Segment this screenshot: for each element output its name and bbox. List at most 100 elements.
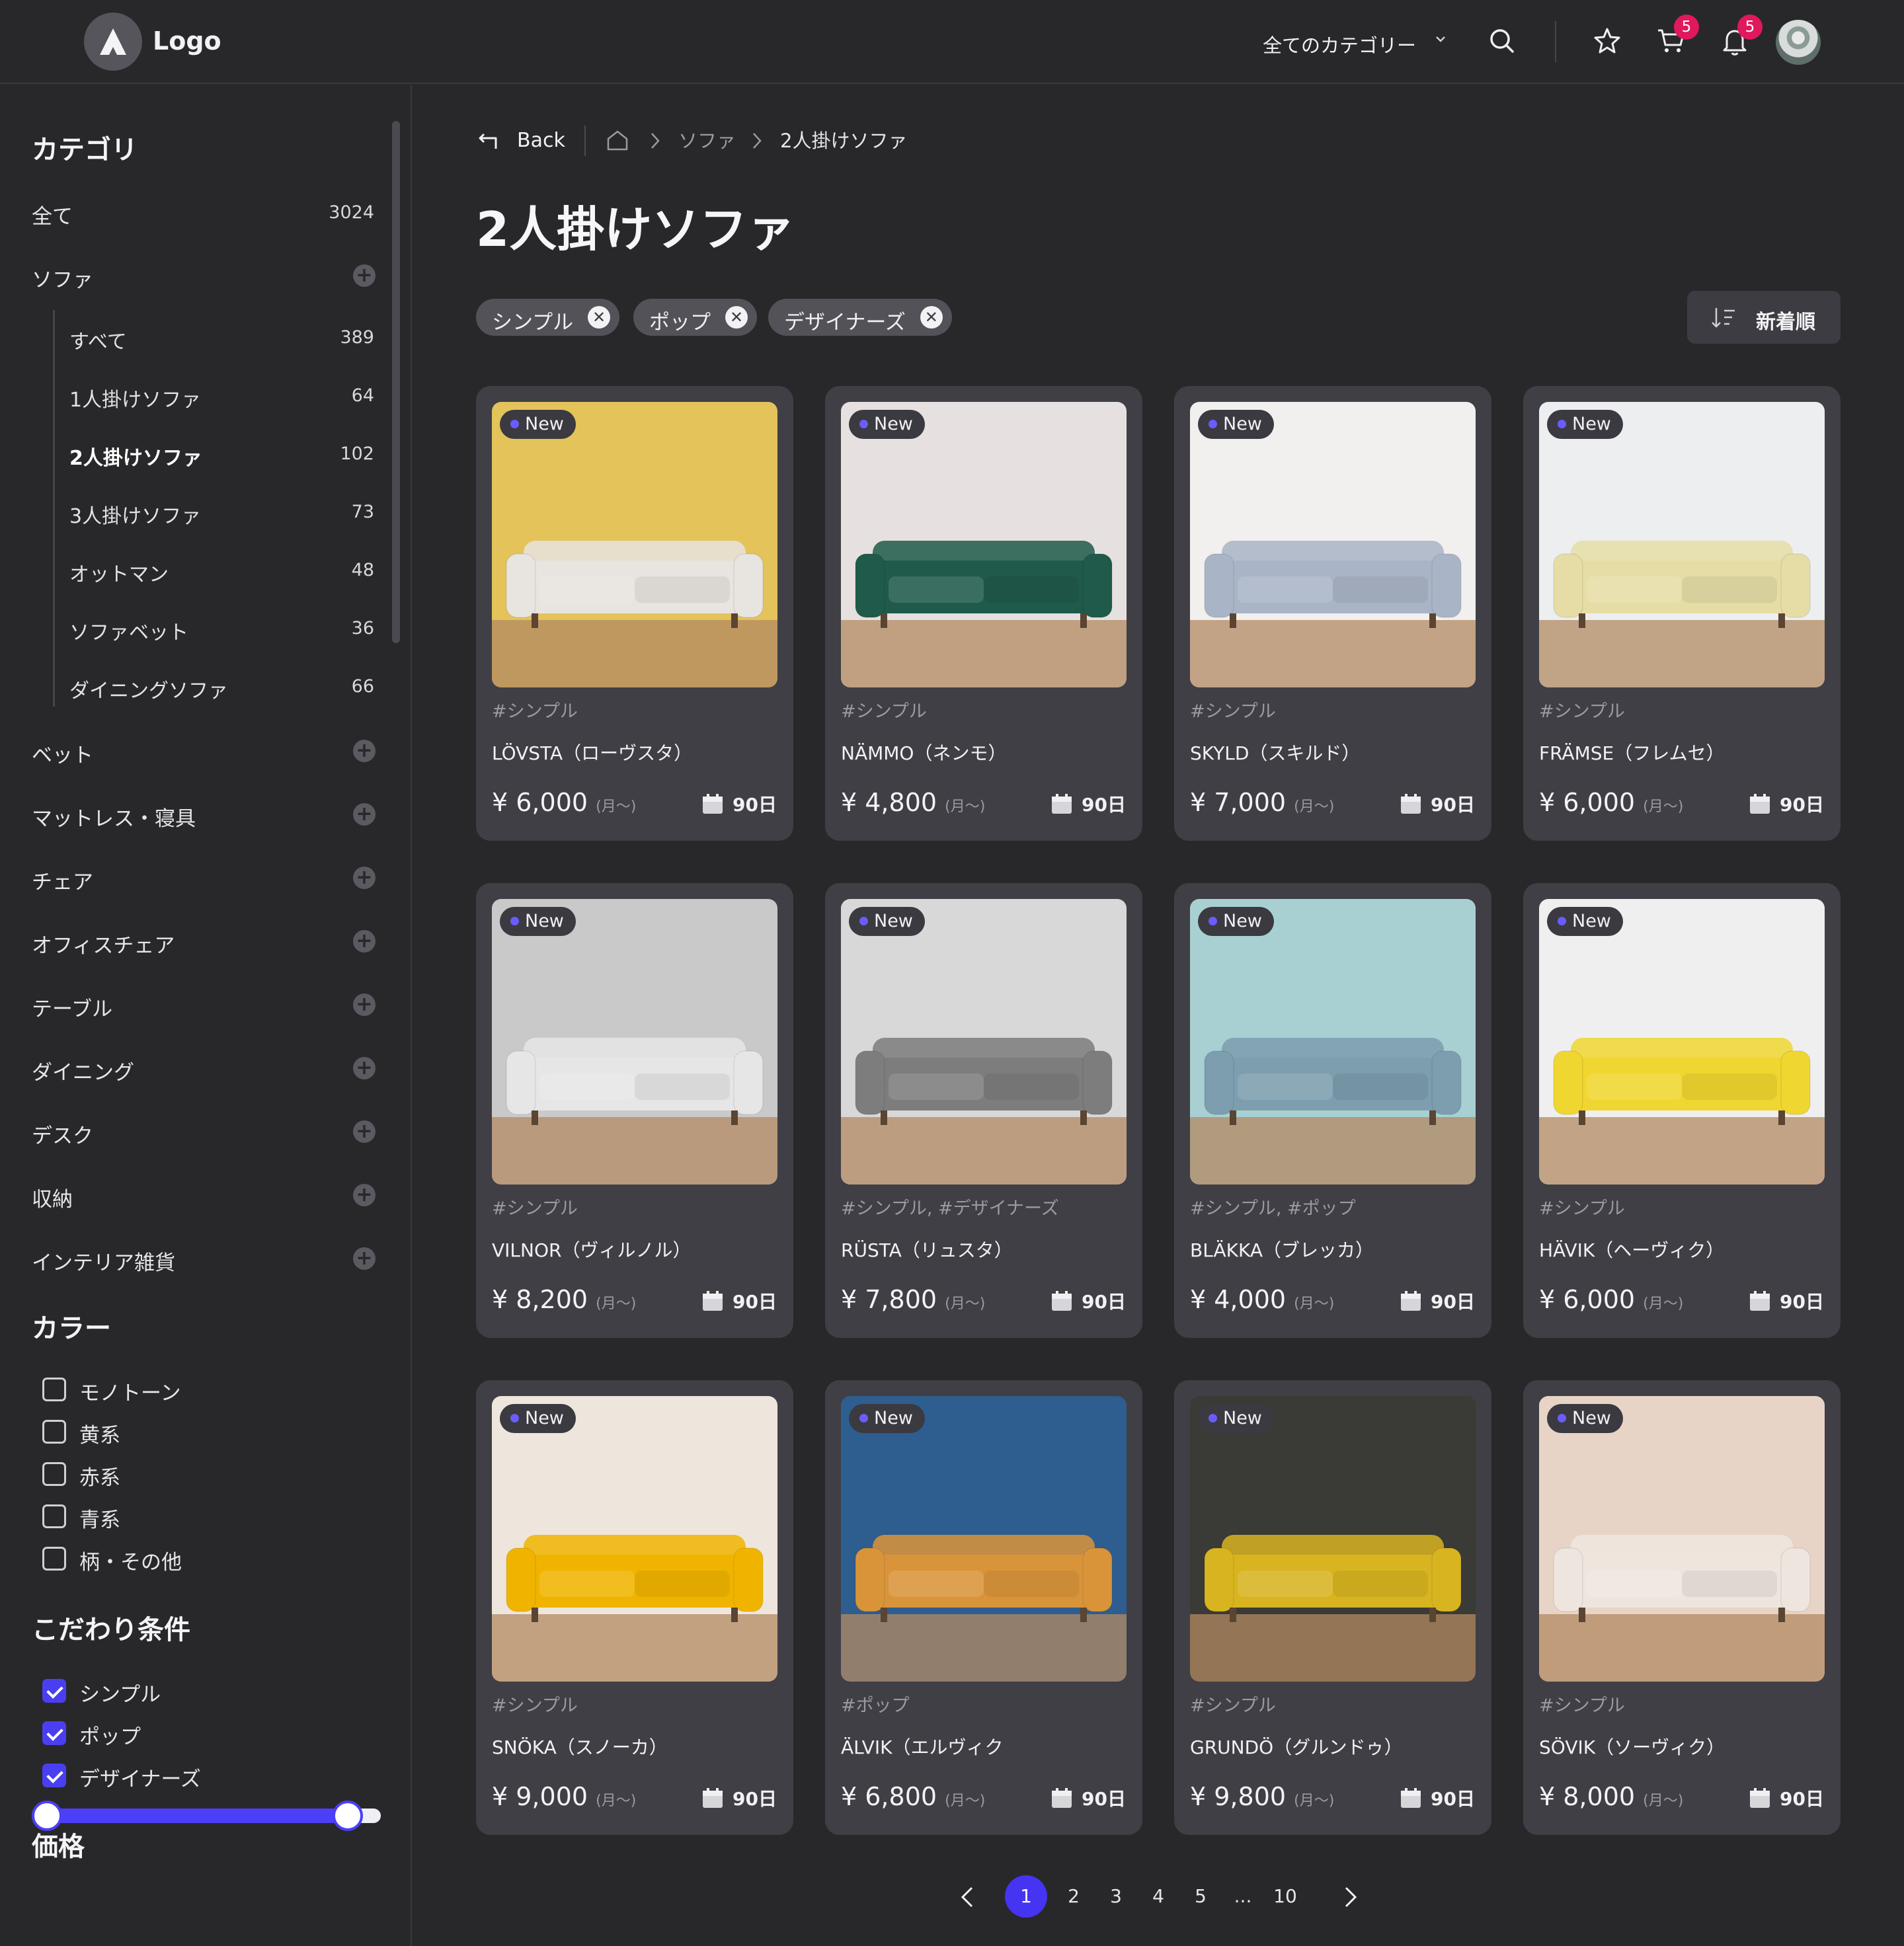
sidebar-scrollbar[interactable] xyxy=(392,121,400,643)
category-select[interactable]: 全てのカテゴリー xyxy=(1263,30,1416,58)
product-name[interactable]: GRUNDÖ（グルンドゥ） xyxy=(1190,1733,1403,1760)
subcategory-item[interactable]: すべて 389 xyxy=(69,321,379,354)
subcategory-item[interactable]: ソファベット 36 xyxy=(69,612,379,645)
product-name[interactable]: SÖVIK（ソーヴィク） xyxy=(1539,1733,1725,1760)
product-image[interactable]: New xyxy=(841,899,1127,1185)
star-icon[interactable] xyxy=(1590,24,1624,58)
filter-chip[interactable]: ポップ ✕ xyxy=(633,299,757,336)
remove-filter-icon[interactable]: ✕ xyxy=(920,306,943,329)
logo-icon[interactable] xyxy=(84,13,142,71)
sidebar-item-category[interactable]: マットレス・寝具 + xyxy=(32,798,379,831)
sidebar-item-category[interactable]: 収納 + xyxy=(32,1179,379,1212)
product-name[interactable]: RÜSTA（リュスタ） xyxy=(841,1236,1013,1263)
sidebar-item-sofa[interactable]: ソファ + xyxy=(32,259,379,292)
checkbox[interactable] xyxy=(42,1462,66,1486)
sidebar-item-all[interactable]: 全て 3024 xyxy=(32,196,379,229)
product-card[interactable]: New #シンプル NÄMMO（ネンモ） ¥ 4,800 (月〜) 90日 xyxy=(825,386,1142,841)
filter-chip[interactable]: シンプル ✕ xyxy=(476,299,620,336)
expand-plus-icon[interactable]: + xyxy=(353,867,376,889)
product-name[interactable]: SNÖKA（スノーカ） xyxy=(492,1733,668,1760)
checkbox[interactable] xyxy=(42,1420,66,1444)
product-card[interactable]: New #シンプル GRUNDÖ（グルンドゥ） ¥ 9,800 (月〜) 90日 xyxy=(1174,1380,1491,1835)
product-image[interactable]: New xyxy=(492,1396,777,1682)
page-number[interactable]: 2 xyxy=(1057,1880,1090,1913)
breadcrumb-item[interactable]: ソファ xyxy=(678,126,736,153)
product-name[interactable]: LÖVSTA（ローヴスタ） xyxy=(492,739,692,765)
page-number-current[interactable]: 1 xyxy=(1005,1875,1047,1918)
expand-plus-icon[interactable]: + xyxy=(353,803,376,826)
product-image[interactable]: New xyxy=(841,402,1127,687)
checkbox[interactable] xyxy=(42,1378,66,1401)
subcategory-item[interactable]: オットマン 48 xyxy=(69,554,379,587)
checkbox[interactable] xyxy=(42,1547,66,1571)
expand-plus-icon[interactable]: + xyxy=(353,993,376,1016)
price-slider-max-handle[interactable] xyxy=(333,1801,363,1831)
remove-filter-icon[interactable]: ✕ xyxy=(725,306,748,329)
sidebar-item-category[interactable]: インテリア雑貨 + xyxy=(32,1242,379,1275)
product-name[interactable]: SKYLD（スキルド） xyxy=(1190,739,1360,765)
expand-plus-icon[interactable]: + xyxy=(353,264,376,287)
back-arrow-icon[interactable] xyxy=(476,128,502,154)
prev-page-chevron-icon[interactable] xyxy=(955,1883,981,1912)
checkbox-checked[interactable] xyxy=(42,1679,66,1703)
expand-plus-icon[interactable]: + xyxy=(353,1184,376,1206)
sidebar-item-category[interactable]: ベット + xyxy=(32,734,379,767)
product-card[interactable]: New #シンプル FRÄMSE（フレムセ） ¥ 6,000 (月〜) 90日 xyxy=(1523,386,1841,841)
checkbox[interactable] xyxy=(42,1504,66,1528)
product-image[interactable]: New xyxy=(1539,1396,1825,1682)
filter-chip[interactable]: デザイナーズ ✕ xyxy=(768,299,952,336)
product-image[interactable]: New xyxy=(841,1396,1127,1682)
product-card[interactable]: New #シンプル LÖVSTA（ローヴスタ） ¥ 6,000 (月〜) 90日 xyxy=(476,386,793,841)
expand-plus-icon[interactable]: + xyxy=(353,740,376,762)
product-card[interactable]: New #シンプル VILNOR（ヴィルノル） ¥ 8,200 (月〜) 90日 xyxy=(476,883,793,1338)
product-name[interactable]: BLÄKKA（ブレッカ） xyxy=(1190,1236,1374,1263)
checkbox-checked[interactable] xyxy=(42,1764,66,1787)
product-card[interactable]: New #シンプル SNÖKA（スノーカ） ¥ 9,000 (月〜) 90日 xyxy=(476,1380,793,1835)
next-page-chevron-icon[interactable] xyxy=(1337,1883,1363,1912)
sidebar-item-category[interactable]: チェア + xyxy=(32,861,379,894)
expand-plus-icon[interactable]: + xyxy=(353,1120,376,1143)
search-icon[interactable] xyxy=(1485,24,1519,58)
price-slider-track[interactable] xyxy=(46,1809,381,1823)
product-image[interactable]: New xyxy=(492,402,777,687)
product-name[interactable]: HÄVIK（ヘーヴィク） xyxy=(1539,1236,1724,1263)
expand-plus-icon[interactable]: + xyxy=(353,1247,376,1270)
price-slider-min-handle[interactable] xyxy=(32,1801,62,1831)
product-image[interactable]: New xyxy=(1190,899,1476,1185)
sidebar-item-category[interactable]: オフィスチェア + xyxy=(32,925,379,958)
subcategory-item[interactable]: 1人掛けソファ 64 xyxy=(69,379,379,412)
home-icon[interactable] xyxy=(604,127,631,153)
sidebar-item-category[interactable]: テーブル + xyxy=(32,988,379,1021)
remove-filter-icon[interactable]: ✕ xyxy=(588,306,611,329)
product-card[interactable]: New #シンプル HÄVIK（ヘーヴィク） ¥ 6,000 (月〜) 90日 xyxy=(1523,883,1841,1338)
product-name[interactable]: FRÄMSE（フレムセ） xyxy=(1539,739,1725,765)
product-card[interactable]: New #シンプル SKYLD（スキルド） ¥ 7,000 (月〜) 90日 xyxy=(1174,386,1491,841)
page-number[interactable]: 5 xyxy=(1184,1880,1217,1913)
product-card[interactable]: New #シンプル, #デザイナーズ RÜSTA（リュスタ） ¥ 7,800 (月〜)… xyxy=(825,883,1142,1338)
chevron-down-icon[interactable] xyxy=(1431,29,1450,49)
back-link[interactable]: Back xyxy=(517,129,565,152)
product-image[interactable]: New xyxy=(1190,402,1476,687)
product-image[interactable]: New xyxy=(1190,1396,1476,1682)
product-card[interactable]: New #シンプル, #ポップ BLÄKKA（ブレッカ） ¥ 4,000 (月〜) 90… xyxy=(1174,883,1491,1338)
page-number[interactable]: 10 xyxy=(1269,1880,1302,1913)
subcategory-item[interactable]: ダイニングソファ 66 xyxy=(69,670,379,703)
logo-text[interactable]: Logo xyxy=(153,26,221,56)
product-name[interactable]: NÄMMO（ネンモ） xyxy=(841,739,1006,765)
product-card[interactable]: New #シンプル SÖVIK（ソーヴィク） ¥ 8,000 (月〜) 90日 xyxy=(1523,1380,1841,1835)
product-name[interactable]: ÄLVIK（エルヴィク xyxy=(841,1733,1003,1760)
product-image[interactable]: New xyxy=(1539,899,1825,1185)
sort-button[interactable]: 新着順 xyxy=(1687,291,1841,344)
subcategory-item-active[interactable]: 2人掛けソファ 102 xyxy=(69,438,379,471)
product-name[interactable]: VILNOR（ヴィルノル） xyxy=(492,1236,691,1263)
avatar[interactable] xyxy=(1776,20,1821,65)
page-number[interactable]: 3 xyxy=(1099,1880,1132,1913)
page-number[interactable]: 4 xyxy=(1142,1880,1175,1913)
checkbox-checked[interactable] xyxy=(42,1721,66,1745)
expand-plus-icon[interactable]: + xyxy=(353,1057,376,1079)
product-image[interactable]: New xyxy=(1539,402,1825,687)
product-card[interactable]: New #ポップ ÄLVIK（エルヴィク ¥ 6,800 (月〜) 90日 xyxy=(825,1380,1142,1835)
product-image[interactable]: New xyxy=(492,899,777,1185)
subcategory-item[interactable]: 3人掛けソファ 73 xyxy=(69,496,379,529)
sidebar-item-category[interactable]: ダイニング + xyxy=(32,1052,379,1085)
